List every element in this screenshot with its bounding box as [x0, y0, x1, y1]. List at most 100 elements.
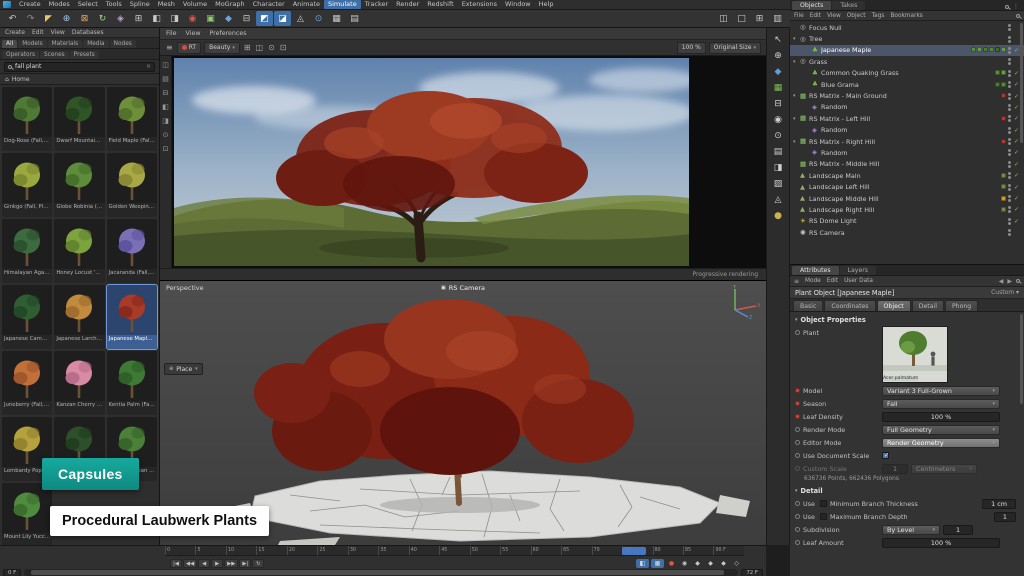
enable-toggle[interactable]: ✓: [1013, 70, 1020, 77]
asset-menu-item[interactable]: Edit: [32, 29, 44, 36]
object-row[interactable]: Random ✓: [790, 125, 1024, 136]
plant-card[interactable]: Dog-Rose (Fall, Plant): [2, 87, 52, 151]
visibility-toggles[interactable]: [1008, 172, 1011, 179]
object-row[interactable]: RS Camera: [790, 227, 1024, 238]
prev-frame-button[interactable]: ◀: [198, 559, 210, 568]
material-tag[interactable]: [1001, 139, 1006, 144]
attribute-tab[interactable]: Detail: [912, 300, 944, 311]
plant-card[interactable]: Himalayan Agave (Fall, Plant): [2, 219, 52, 283]
visibility-toggles[interactable]: [1008, 195, 1011, 202]
asset-subtab[interactable]: Operators: [2, 51, 39, 59]
keyframe-dot[interactable]: [795, 388, 800, 393]
visibility-toggles[interactable]: [1008, 81, 1011, 88]
timeline-ruler[interactable]: 051015202530354045505560657075808590 F: [165, 546, 744, 556]
keyframe-dot[interactable]: [795, 401, 800, 406]
asset-tab[interactable]: Models: [18, 40, 46, 48]
spline-pen-icon[interactable]: ◆: [220, 11, 237, 26]
attribute-mode-item[interactable]: Edit: [827, 278, 838, 284]
objects-menu-item[interactable]: File: [794, 13, 804, 19]
object-row[interactable]: Landscape Left Hill ✓: [790, 181, 1024, 192]
enable-toggle[interactable]: ✓: [1013, 81, 1020, 88]
material-tag[interactable]: [1001, 173, 1006, 178]
asset-menu-item[interactable]: View: [51, 29, 65, 36]
object-row[interactable]: Focus Null: [790, 22, 1024, 33]
history-back-icon[interactable]: ◀: [999, 278, 1004, 285]
render-icon[interactable]: ◨: [774, 163, 783, 173]
folder-icon[interactable]: ▤: [162, 75, 169, 83]
asset-subtab[interactable]: Scenes: [40, 51, 69, 59]
menu-item[interactable]: Simulate: [324, 0, 361, 9]
renderview-menu-item[interactable]: View: [186, 30, 201, 37]
render-mode-dropdown[interactable]: Full Geometry▾: [882, 425, 1000, 435]
visibility-toggles[interactable]: [1008, 93, 1011, 100]
material-tag[interactable]: [1001, 196, 1006, 201]
attribute-tab[interactable]: Basic: [793, 300, 823, 311]
plant-card[interactable]: Mount Lily Yucca (Fall, Plant): [2, 483, 52, 545]
render-view-icon[interactable]: ◧: [148, 11, 165, 26]
expand-arrow-icon[interactable]: ▾: [793, 139, 798, 145]
search-icon[interactable]: [1016, 279, 1020, 283]
panel-options-icon[interactable]: ⋮: [1013, 3, 1019, 10]
breadcrumb[interactable]: Home: [12, 76, 30, 83]
menu-item[interactable]: Volume: [179, 0, 211, 9]
live-selection-icon[interactable]: ◤: [40, 11, 57, 26]
material-tag[interactable]: [995, 82, 1000, 87]
menu-item[interactable]: Select: [74, 0, 102, 9]
keyframe-dot[interactable]: [795, 414, 800, 419]
enable-toggle[interactable]: ✓: [1013, 206, 1020, 213]
grid-icon[interactable]: ▤: [774, 147, 783, 157]
undo-icon[interactable]: ↶: [4, 11, 21, 26]
sphere-icon[interactable]: ◉: [774, 115, 782, 125]
search-icon[interactable]: [1005, 5, 1009, 9]
object-row[interactable]: ▾ Grass: [790, 56, 1024, 67]
keyframe-dot[interactable]: [795, 427, 800, 432]
key-position-toggle[interactable]: ◆: [692, 559, 703, 568]
enable-toggle[interactable]: ✓: [1013, 47, 1020, 54]
region-icon[interactable]: ⊡: [163, 145, 169, 153]
snap-icon[interactable]: ⊙: [774, 131, 782, 141]
material-tag[interactable]: [1001, 207, 1006, 212]
expand-arrow-icon[interactable]: ▾: [793, 116, 798, 122]
layout-single-icon[interactable]: □: [733, 11, 750, 26]
asset-search-input[interactable]: fall plant ×: [4, 62, 155, 72]
renderview-menu-item[interactable]: File: [166, 30, 177, 37]
range-slider[interactable]: [24, 569, 738, 576]
visibility-toggles[interactable]: [1008, 70, 1011, 77]
keyframe-dot[interactable]: [795, 440, 800, 445]
object-row[interactable]: Japanese Maple ✓: [790, 45, 1024, 56]
plant-card[interactable]: Japanese Larch (Fall, Plant): [54, 285, 104, 349]
use-max-branch-checkbox[interactable]: [820, 513, 827, 520]
pen-icon[interactable]: ◆: [775, 67, 782, 77]
coordinate-system-icon[interactable]: ⊞: [130, 11, 147, 26]
menu-item[interactable]: Render: [392, 0, 423, 9]
object-row[interactable]: Random ✓: [790, 147, 1024, 158]
modeling-icon[interactable]: ⊟: [238, 11, 255, 26]
keyframe-dot[interactable]: [795, 514, 800, 519]
object-row[interactable]: ▾ RS Matrix - Right Hill ✓: [790, 136, 1024, 147]
compare-wipe-icon[interactable]: ◨: [162, 117, 169, 125]
place-tool-chip[interactable]: ⊕ Place ▾: [164, 363, 203, 375]
object-row[interactable]: Random ✓: [790, 102, 1024, 113]
snap-icon[interactable]: ⊙: [310, 11, 327, 26]
render-settings-icon[interactable]: ◉: [184, 11, 201, 26]
enable-toggle[interactable]: ✓: [1013, 161, 1020, 168]
plant-card[interactable]: Globe Robinia (Fall, Plant): [54, 153, 104, 217]
pixel-probe-icon[interactable]: ⊙: [163, 131, 169, 139]
material-tag[interactable]: [1001, 116, 1006, 121]
simulation-particles-icon[interactable]: ◪: [274, 11, 291, 26]
range-start-field[interactable]: 0 F: [3, 569, 21, 576]
plant-card[interactable]: Jacaranda (Fall, Plant): [107, 219, 157, 283]
enable-toggle[interactable]: ✓: [1013, 172, 1020, 179]
plant-card[interactable]: Field Maple (Fall, Plant): [107, 87, 157, 151]
object-row[interactable]: Common Quaking Grass ✓: [790, 68, 1024, 79]
camera-label[interactable]: ▣ RS Camera: [441, 284, 485, 292]
subdivision-dropdown[interactable]: By Level▾: [882, 525, 940, 535]
generators-icon[interactable]: ▣: [202, 11, 219, 26]
objects-menu-item[interactable]: Tags: [872, 13, 885, 19]
object-row[interactable]: Blue Grama ✓: [790, 79, 1024, 90]
compare-ab-icon[interactable]: ◧: [162, 103, 169, 111]
grid-icon[interactable]: ▦: [328, 11, 345, 26]
object-row[interactable]: Landscape Middle Hill ✓: [790, 193, 1024, 204]
menu-item[interactable]: Character: [249, 0, 289, 9]
menu-item[interactable]: Spline: [126, 0, 154, 9]
